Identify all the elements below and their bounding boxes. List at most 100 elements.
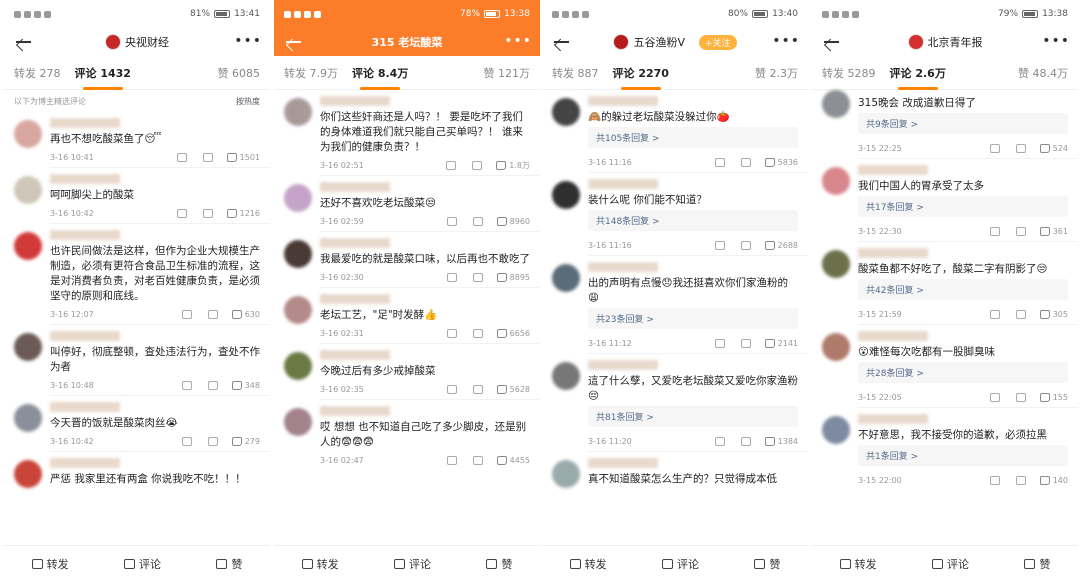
tab-like[interactable]: 赞 2.3万 bbox=[755, 65, 798, 81]
avatar[interactable] bbox=[284, 240, 312, 268]
tab-comment[interactable]: 评论 1432 bbox=[75, 65, 131, 90]
comment-button[interactable]: 评论 bbox=[123, 556, 161, 572]
commenter-name[interactable] bbox=[588, 360, 658, 370]
commenter-name[interactable] bbox=[858, 165, 928, 175]
like-button[interactable]: 140 bbox=[1039, 475, 1068, 485]
reply-icon[interactable] bbox=[207, 380, 218, 390]
commenter-name[interactable] bbox=[320, 350, 390, 360]
commenter-name[interactable] bbox=[320, 182, 390, 192]
avatar[interactable] bbox=[14, 460, 42, 488]
topic-header[interactable]: 315 老坛酸菜 bbox=[372, 34, 443, 50]
commenter-name[interactable] bbox=[588, 96, 658, 106]
share-icon[interactable] bbox=[176, 152, 187, 162]
share-icon[interactable] bbox=[989, 475, 1000, 485]
tab-forward[interactable]: 转发 278 bbox=[14, 65, 61, 81]
like-button[interactable]: 1.8万 bbox=[496, 160, 530, 171]
like-button[interactable]: 524 bbox=[1039, 143, 1068, 153]
commenter-name[interactable] bbox=[50, 230, 120, 240]
replies-link[interactable]: 共148条回复 > bbox=[588, 210, 798, 231]
tab-forward[interactable]: 转发 887 bbox=[552, 65, 599, 81]
avatar[interactable] bbox=[284, 408, 312, 436]
like-button[interactable]: 1384 bbox=[764, 436, 798, 446]
commenter-name[interactable] bbox=[858, 248, 928, 258]
commenter-name[interactable] bbox=[858, 331, 928, 341]
account-header[interactable]: 五谷渔粉V +关注 bbox=[613, 34, 737, 50]
like-button[interactable]: 279 bbox=[231, 436, 260, 446]
like-button[interactable]: 5836 bbox=[764, 157, 798, 167]
comment-button[interactable]: 评论 bbox=[393, 556, 431, 572]
reply-icon[interactable] bbox=[472, 216, 483, 226]
commenter-name[interactable] bbox=[50, 402, 120, 412]
tab-forward[interactable]: 转发 5289 bbox=[822, 65, 876, 81]
avatar[interactable] bbox=[822, 333, 850, 361]
reply-icon[interactable] bbox=[202, 152, 213, 162]
like-button[interactable]: 155 bbox=[1039, 392, 1068, 402]
reply-icon[interactable] bbox=[202, 208, 213, 218]
forward-button[interactable]: 转发 bbox=[31, 556, 69, 572]
back-arrow-icon[interactable] bbox=[550, 32, 572, 52]
share-icon[interactable] bbox=[446, 216, 457, 226]
share-icon[interactable] bbox=[181, 309, 192, 319]
follow-button[interactable]: +关注 bbox=[698, 34, 737, 50]
more-options-icon[interactable]: ••• bbox=[504, 34, 532, 48]
avatar[interactable] bbox=[822, 167, 850, 195]
avatar[interactable] bbox=[822, 250, 850, 278]
commenter-name[interactable] bbox=[320, 406, 390, 416]
avatar[interactable] bbox=[284, 98, 312, 126]
avatar[interactable] bbox=[14, 120, 42, 148]
replies-link[interactable]: 共17条回复 > bbox=[858, 196, 1068, 217]
tab-comment[interactable]: 评论 2.6万 bbox=[890, 65, 946, 90]
like-button[interactable]: 361 bbox=[1039, 226, 1068, 236]
share-icon[interactable] bbox=[176, 208, 187, 218]
replies-link[interactable]: 共81条回复 > bbox=[588, 406, 798, 427]
commenter-name[interactable] bbox=[50, 118, 120, 128]
commenter-name[interactable] bbox=[320, 96, 390, 106]
reply-icon[interactable] bbox=[207, 436, 218, 446]
avatar[interactable] bbox=[284, 296, 312, 324]
reply-icon[interactable] bbox=[1015, 226, 1026, 236]
replies-link[interactable]: 共1条回复 > bbox=[858, 445, 1068, 466]
avatar[interactable] bbox=[14, 333, 42, 361]
reply-icon[interactable] bbox=[207, 309, 218, 319]
back-arrow-icon[interactable] bbox=[282, 32, 304, 52]
reply-icon[interactable] bbox=[472, 272, 483, 282]
reply-icon[interactable] bbox=[740, 436, 751, 446]
like-button[interactable]: 6656 bbox=[496, 328, 530, 338]
reply-icon[interactable] bbox=[740, 240, 751, 250]
comment-button[interactable]: 评论 bbox=[931, 556, 969, 572]
more-options-icon[interactable]: ••• bbox=[1042, 34, 1070, 48]
share-icon[interactable] bbox=[446, 455, 457, 465]
replies-link[interactable]: 共9条回复 > bbox=[858, 113, 1068, 134]
share-icon[interactable] bbox=[989, 143, 1000, 153]
back-arrow-icon[interactable] bbox=[820, 32, 842, 52]
replies-link[interactable]: 共42条回复 > bbox=[858, 279, 1068, 300]
back-arrow-icon[interactable] bbox=[12, 32, 34, 52]
avatar[interactable] bbox=[284, 184, 312, 212]
more-options-icon[interactable]: ••• bbox=[234, 34, 262, 48]
like-button[interactable]: 348 bbox=[231, 380, 260, 390]
commenter-name[interactable] bbox=[858, 414, 928, 424]
avatar[interactable] bbox=[822, 416, 850, 444]
avatar[interactable] bbox=[552, 362, 580, 390]
reply-icon[interactable] bbox=[472, 160, 483, 170]
share-icon[interactable] bbox=[181, 436, 192, 446]
share-icon[interactable] bbox=[714, 436, 725, 446]
reply-icon[interactable] bbox=[472, 455, 483, 465]
account-header[interactable]: 北京青年报 bbox=[907, 34, 983, 50]
forward-button[interactable]: 转发 bbox=[839, 556, 877, 572]
tab-like[interactable]: 赞 6085 bbox=[218, 65, 261, 81]
share-icon[interactable] bbox=[714, 240, 725, 250]
avatar[interactable] bbox=[284, 352, 312, 380]
reply-icon[interactable] bbox=[740, 338, 751, 348]
like-button[interactable]: 2141 bbox=[764, 338, 798, 348]
share-icon[interactable] bbox=[446, 272, 457, 282]
tab-comment[interactable]: 评论 8.4万 bbox=[352, 65, 408, 90]
like-button[interactable]: 2688 bbox=[764, 240, 798, 250]
like-button[interactable]: 1216 bbox=[226, 208, 260, 218]
commenter-name[interactable] bbox=[320, 238, 390, 248]
share-icon[interactable] bbox=[181, 380, 192, 390]
avatar[interactable] bbox=[14, 176, 42, 204]
share-icon[interactable] bbox=[446, 328, 457, 338]
sort-toggle[interactable]: 按热度 bbox=[236, 96, 260, 107]
commenter-name[interactable] bbox=[588, 179, 658, 189]
